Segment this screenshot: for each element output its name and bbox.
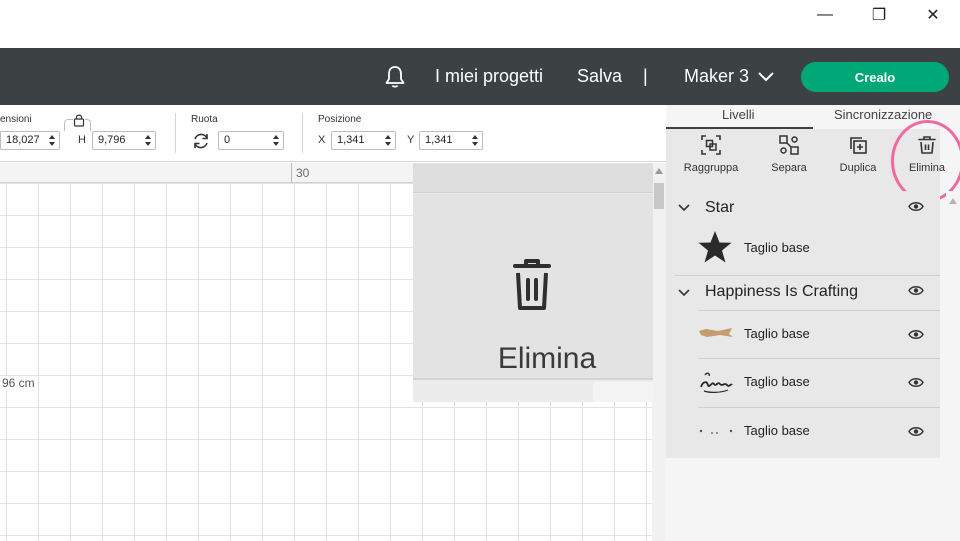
highlight-circle xyxy=(891,120,960,202)
width-field[interactable]: 18,027 xyxy=(0,131,60,150)
duplicate-icon xyxy=(850,137,867,154)
chevron-down-icon xyxy=(758,72,774,82)
layer-name: Taglio base xyxy=(744,374,810,389)
rotate-field[interactable]: 0 xyxy=(218,131,284,150)
layer-row[interactable]: Taglio base xyxy=(698,224,940,272)
group-divider xyxy=(674,275,940,276)
width-value: 18,027 xyxy=(6,134,40,146)
stepper-arrows-icon[interactable] xyxy=(48,134,56,147)
rotate-icon[interactable] xyxy=(192,132,210,150)
size-label: ensioni xyxy=(0,114,32,125)
canvas-scrollbar[interactable] xyxy=(652,163,666,541)
rotate-label: Ruota xyxy=(191,114,218,125)
y-position-value: 1,341 xyxy=(425,134,453,146)
machine-name: Maker 3 xyxy=(684,66,750,86)
zoom-top-strip xyxy=(413,163,653,193)
layer-row[interactable]: Taglio base xyxy=(698,407,940,455)
stepper-arrows-icon[interactable] xyxy=(384,134,392,147)
ungroup-label: Separa xyxy=(771,162,807,174)
x-position-value: 1,341 xyxy=(337,134,365,146)
height-prefix: H xyxy=(78,134,86,146)
scroll-thumb[interactable] xyxy=(654,183,664,209)
stepper-arrows-icon[interactable] xyxy=(144,134,152,147)
zoom-button-area: Elimina xyxy=(413,194,653,378)
eye-icon[interactable] xyxy=(908,201,924,212)
make-button[interactable]: Crealo xyxy=(801,62,949,92)
close-window-button[interactable]: ✕ xyxy=(906,0,960,30)
layer-group-star[interactable]: Star xyxy=(666,194,940,224)
minimize-button[interactable]: — xyxy=(798,0,852,30)
trash-icon xyxy=(513,259,551,310)
y-prefix: Y xyxy=(407,134,415,146)
tab-layers[interactable]: Livelli xyxy=(722,107,755,122)
x-position-field[interactable]: 1,341 xyxy=(331,131,396,150)
my-projects-link[interactable]: I miei progetti xyxy=(435,64,543,88)
eye-icon[interactable] xyxy=(908,285,924,296)
zoom-bottom-strip xyxy=(413,378,653,402)
height-field[interactable]: 9,796 xyxy=(92,131,156,150)
dots-thumbnail-icon xyxy=(699,429,733,434)
header-separator: | xyxy=(643,66,648,86)
group-button[interactable]: Raggruppa xyxy=(676,135,746,174)
scroll-up-arrow[interactable] xyxy=(949,198,957,204)
layer-row[interactable]: Taglio base xyxy=(698,358,940,406)
group-label: Raggruppa xyxy=(683,162,739,174)
ruler-number: 30 xyxy=(296,166,310,180)
group-name: Star xyxy=(705,199,735,216)
bell-icon[interactable] xyxy=(383,64,407,90)
layer-row[interactable]: Taglio base xyxy=(698,310,940,358)
save-link[interactable]: Salva xyxy=(577,64,622,88)
ungroup-icon xyxy=(779,135,799,155)
star-icon xyxy=(698,231,732,263)
zoom-delete-label: Elimina xyxy=(497,342,597,375)
dimension-label: 96 cm xyxy=(0,376,37,390)
tab-sync[interactable]: Sincronizzazione xyxy=(834,107,932,122)
maximize-button[interactable]: ❐ xyxy=(852,0,906,30)
eye-icon[interactable] xyxy=(908,426,924,437)
stepper-arrows-icon[interactable] xyxy=(471,134,479,147)
toolbar-divider xyxy=(302,113,303,153)
duplicate-label: Duplica xyxy=(839,162,877,174)
x-prefix: X xyxy=(318,134,326,146)
ruler-tick xyxy=(291,163,292,183)
eye-icon[interactable] xyxy=(908,377,924,388)
y-position-field[interactable]: 1,341 xyxy=(419,131,483,150)
lock-icon[interactable] xyxy=(73,113,85,127)
machine-selector[interactable]: Maker 3 xyxy=(684,64,775,88)
toolbar-divider xyxy=(175,113,176,153)
position-label: Posizione xyxy=(318,114,362,125)
eye-icon[interactable] xyxy=(908,329,924,340)
group-icon xyxy=(701,135,721,155)
layer-name: Taglio base xyxy=(744,423,810,438)
chevron-down-icon[interactable] xyxy=(678,204,690,212)
layer-name: Taglio base xyxy=(744,240,810,255)
scroll-up-arrow[interactable] xyxy=(655,168,663,174)
zoom-callout: Elimina xyxy=(413,163,653,402)
chevron-down-icon[interactable] xyxy=(678,289,690,297)
script-text-thumbnail-icon xyxy=(700,372,733,393)
layer-group-happiness[interactable]: Happiness Is Crafting xyxy=(666,278,940,308)
group-name: Happiness Is Crafting xyxy=(705,283,858,300)
layer-name: Taglio base xyxy=(744,326,810,341)
stepper-arrows-icon[interactable] xyxy=(272,134,280,147)
panel-scrollbar[interactable] xyxy=(946,191,960,541)
banner-thumbnail-icon xyxy=(699,328,733,337)
rotate-value: 0 xyxy=(224,134,231,146)
duplicate-button[interactable]: Duplica xyxy=(823,135,893,174)
height-value: 9,796 xyxy=(98,134,126,146)
ungroup-button[interactable]: Separa xyxy=(754,135,824,174)
